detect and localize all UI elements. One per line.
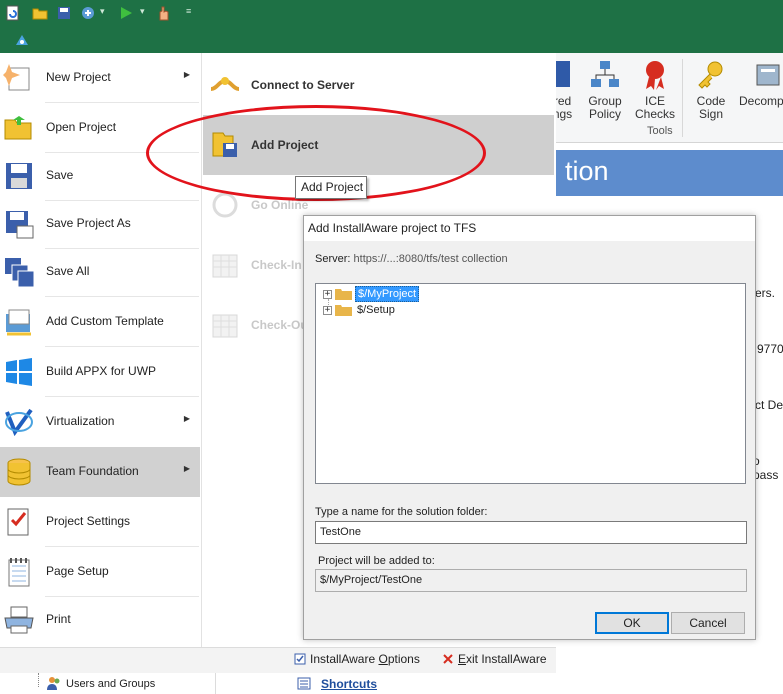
submenu-arrow-icon: ▶ — [183, 414, 190, 423]
dropdown-arrow-icon[interactable]: ▾ — [140, 6, 145, 17]
save-icon[interactable] — [56, 5, 72, 21]
windows-logo-icon — [6, 358, 32, 386]
partial-icon — [554, 59, 572, 91]
group-policy-button[interactable]: Group Policy — [583, 53, 627, 121]
tooltip: Add Project — [295, 176, 367, 199]
project-tree[interactable]: + $/MyProject + $/Setup — [315, 283, 746, 484]
ok-button[interactable]: OK — [595, 612, 669, 634]
floppy-disk-icon — [6, 163, 32, 189]
quick-access-toolbar: ▾ ▾ ≡ — [0, 0, 783, 28]
menu-item-build-appx[interactable]: Build APPX for UWP — [0, 347, 200, 397]
content-header: tion — [555, 150, 783, 196]
app-menu-footer: InstallAware Options Exit InstallAware — [0, 647, 556, 673]
exit-installaware-button[interactable]: Exit InstallAware — [442, 652, 547, 666]
decompile-icon — [753, 59, 783, 91]
add-project-icon — [212, 132, 237, 157]
ribbon-group-tools: Tools — [647, 125, 673, 137]
submenu-add-project[interactable]: Add Project — [203, 115, 554, 175]
tree-connector — [38, 673, 39, 687]
ribbon: red ngs Group Policy ICE Checks Code Sig… — [553, 53, 783, 143]
key-icon — [695, 59, 727, 91]
expand-icon[interactable]: + — [323, 289, 332, 299]
server-label: Server: https://...:8080/tfs/test collec… — [315, 253, 508, 265]
new-project-icon — [3, 64, 30, 91]
ice-checks-button[interactable]: ICE Checks — [633, 53, 677, 121]
check-in-icon — [212, 254, 238, 278]
connect-server-icon — [210, 77, 240, 91]
project-path-label: Project will be added to: — [318, 555, 435, 567]
award-ribbon-icon — [639, 59, 671, 91]
menu-item-open-project[interactable]: Open Project — [0, 103, 200, 153]
solution-folder-input[interactable]: TestOne — [315, 521, 747, 544]
menu-item-virtualization[interactable]: Virtualization ▶ — [0, 397, 200, 447]
folder-icon — [335, 305, 352, 316]
cancel-button[interactable]: Cancel — [671, 612, 745, 634]
submenu-connect-to-server[interactable]: Connect to Server — [203, 55, 554, 115]
tree-item-users-and-groups[interactable]: Users and Groups — [66, 678, 155, 690]
menu-item-save[interactable]: Save — [0, 151, 200, 201]
expand-icon[interactable]: + — [323, 305, 332, 315]
menu-item-save-all[interactable]: Save All — [0, 247, 200, 297]
refresh-icon[interactable] — [5, 5, 21, 21]
run-icon[interactable] — [118, 5, 134, 21]
users-icon — [47, 677, 60, 690]
go-online-icon — [212, 192, 238, 218]
menu-item-project-settings[interactable]: Project Settings — [0, 497, 200, 547]
server-value: https://...:8080/tfs/test collection — [353, 253, 508, 265]
save-all-icon — [5, 258, 35, 288]
save-as-icon — [6, 211, 34, 239]
ribbon-separator — [682, 59, 683, 137]
dialog-title: Add InstallAware project to TFS — [304, 216, 755, 241]
menu-item-add-custom-template[interactable]: Add Custom Template — [0, 297, 200, 347]
shortcuts-link[interactable]: Shortcuts — [321, 677, 377, 691]
bottom-strip: Users and Groups Shortcuts — [0, 673, 783, 694]
submenu-arrow-icon: ▶ — [183, 70, 190, 79]
menu-item-team-foundation[interactable]: Team Foundation ▶ — [0, 447, 200, 497]
menu-item-new-project[interactable]: New Project ▶ — [0, 53, 200, 103]
virtualization-icon — [5, 408, 33, 437]
add-project-dialog: Add InstallAware project to TFS Server: … — [303, 215, 756, 640]
code-sign-button[interactable]: Code Sign — [689, 53, 733, 121]
customize-toolbar-icon[interactable]: ≡ — [186, 6, 191, 16]
project-path-field: $/MyProject/TestOne — [315, 569, 747, 592]
network-icon — [589, 59, 621, 91]
menu-item-print[interactable]: Print — [0, 595, 200, 645]
notepad-icon — [8, 558, 30, 587]
database-icon — [7, 458, 31, 486]
open-folder-icon[interactable] — [32, 5, 48, 21]
compile-icon[interactable] — [80, 5, 96, 21]
check-out-icon — [212, 314, 238, 338]
debug-hand-icon[interactable] — [156, 5, 172, 21]
folder-icon — [335, 289, 352, 300]
decompile-button[interactable]: Decompi — [739, 53, 783, 108]
app-menu-icon[interactable] — [14, 33, 30, 47]
printer-icon — [4, 606, 34, 634]
exit-icon — [443, 654, 453, 664]
solution-folder-label: Type a name for the solution folder: — [315, 506, 488, 518]
submenu-arrow-icon: ▶ — [183, 464, 190, 473]
template-icon — [6, 309, 31, 336]
installaware-options-button[interactable]: InstallAware Options — [294, 652, 420, 666]
dropdown-arrow-icon[interactable]: ▾ — [100, 6, 105, 17]
tree-node-setup[interactable]: + $/Setup — [323, 302, 397, 318]
menu-item-save-project-as[interactable]: Save Project As — [0, 199, 200, 249]
tree-node-myproject[interactable]: + $/MyProject — [323, 286, 420, 302]
checklist-icon — [7, 508, 29, 536]
menu-item-page-setup[interactable]: Page Setup — [0, 547, 200, 597]
options-checkbox-icon — [294, 653, 306, 665]
app-menu-commands: New Project ▶ Open Project Save Save Pro… — [0, 53, 200, 647]
open-folder-icon — [4, 116, 32, 140]
shortcuts-icon — [297, 677, 311, 690]
ribbon-tab-bar — [0, 28, 783, 53]
